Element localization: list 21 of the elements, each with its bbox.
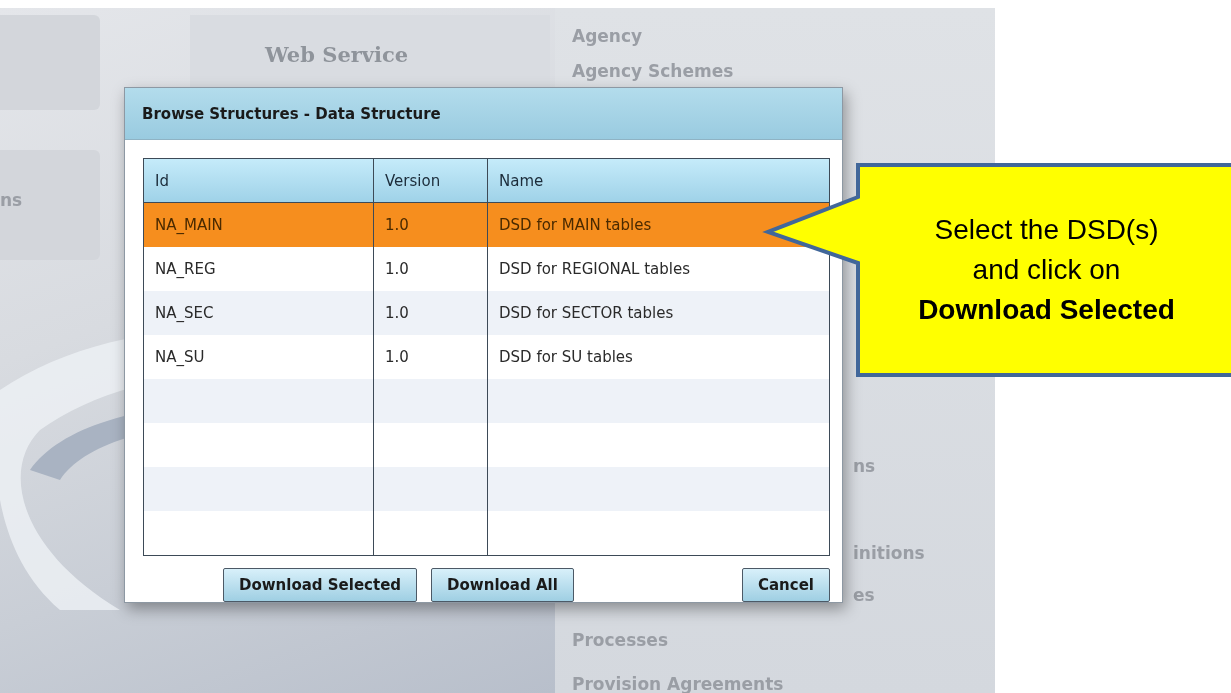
menu-text-fragment: es — [853, 585, 875, 605]
dialog-button[interactable]: Download Selected — [223, 568, 418, 602]
menu-text-fragment: ns — [853, 456, 876, 476]
dialog-title: Browse Structures - Data Structure — [142, 104, 441, 123]
menu-text-fragment: initions — [853, 543, 925, 563]
tile-label: Web Service — [265, 42, 409, 67]
table-cell[interactable]: NA_MAIN — [144, 203, 373, 247]
table-cell[interactable]: NA_SEC — [144, 291, 373, 335]
column-header[interactable]: Name — [487, 159, 829, 203]
table-cell[interactable]: 1.0 — [373, 291, 487, 335]
menu-text-fragment: ns — [0, 190, 23, 210]
callout-text: Select the DSD(s) and click on Download Selected — [918, 213, 1175, 327]
table-cell[interactable]: DSD for MAIN tables — [487, 203, 829, 247]
column-header[interactable]: Id — [144, 159, 373, 203]
table-cell[interactable]: NA_SU — [144, 335, 373, 379]
dialog-button[interactable]: Download All — [431, 568, 574, 602]
table-cell[interactable]: NA_REG — [144, 247, 373, 291]
column-header[interactable]: Version — [373, 159, 487, 203]
table-cell[interactable]: 1.0 — [373, 203, 487, 247]
table-cell[interactable]: DSD for SECTOR tables — [487, 291, 829, 335]
dialog-button[interactable]: Cancel — [742, 568, 830, 602]
